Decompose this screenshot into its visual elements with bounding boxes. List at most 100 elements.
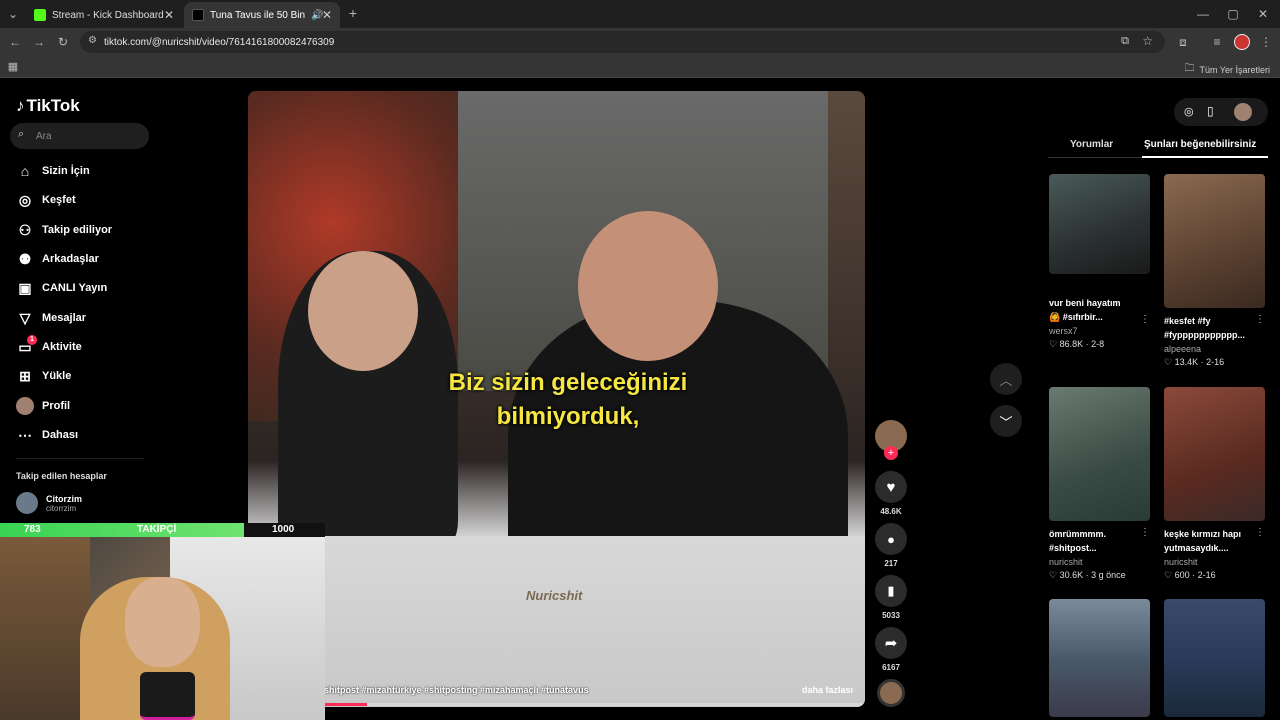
send-icon: ▽ bbox=[19, 309, 31, 326]
address-bar[interactable]: ⚙ tiktok.com/@nuricshit/video/7614161800… bbox=[80, 31, 1165, 53]
new-tab-icon[interactable]: + bbox=[346, 6, 360, 20]
sidebar-item-more[interactable]: ⋯ Dahası bbox=[16, 426, 78, 444]
share-icon: ➦ bbox=[884, 635, 898, 652]
sidebar-item-activity[interactable]: ▭ 1 Aktivite bbox=[16, 335, 82, 356]
minimize-window-icon[interactable]: — bbox=[1196, 7, 1210, 21]
activity-badge: 1 bbox=[27, 335, 37, 345]
suggested-video-card[interactable]: ömrümmmm. #shitpost... nuricshit ♡ 30.6K… bbox=[1049, 387, 1150, 581]
sidebar-item-upload[interactable]: ⊞ Yükle bbox=[16, 367, 71, 385]
tiktok-logo[interactable]: ♪ TikTok bbox=[16, 96, 80, 116]
close-tab-icon[interactable]: ✕ bbox=[164, 8, 174, 22]
browser-tab-strip: ⌄ Stream - Kick Dashboard ✕ Tuna Tavus i… bbox=[0, 0, 1280, 28]
suggested-video-card[interactable]: vur beni hayatım 🙆 #sıfırbir... wersx7 ♡… bbox=[1049, 174, 1150, 350]
close-window-icon[interactable]: ✕ bbox=[1256, 7, 1270, 21]
profile-avatar[interactable] bbox=[1234, 34, 1250, 50]
webcam-microphone bbox=[140, 672, 195, 720]
video-thumbnail bbox=[1049, 174, 1150, 274]
sidebar-item-label: Arkadaşlar bbox=[42, 253, 99, 265]
followed-account-item[interactable]: Citorzim citorrzim bbox=[16, 492, 82, 514]
activity-icon: ▭ 1 bbox=[16, 335, 37, 356]
top-actions-pill: ◎ ▯ bbox=[1174, 98, 1268, 126]
search-input[interactable]: ⌕ Ara bbox=[10, 123, 149, 149]
sidebar-item-friends[interactable]: ⚉ Arkadaşlar bbox=[16, 250, 99, 268]
comment-count: 217 bbox=[884, 559, 898, 568]
card-stats: ♡ 13.4K · 2-16 bbox=[1164, 357, 1225, 367]
heart-icon: ♥ bbox=[886, 478, 896, 496]
bookmark-star-icon[interactable]: ☆ bbox=[1142, 34, 1153, 48]
compass-icon: ◎ bbox=[18, 191, 32, 208]
video-player[interactable]: Biz sizin geleceğinizi bilmiyorduk, Nuri… bbox=[248, 91, 865, 707]
sidebar-item-profile[interactable]: Profil bbox=[16, 397, 70, 415]
card-likes: 86.8K bbox=[1059, 339, 1084, 349]
sound-disc[interactable] bbox=[877, 679, 905, 707]
sidebar-item-following[interactable]: ⚇ Takip ediliyor bbox=[16, 221, 112, 239]
tab-tiktok-video[interactable]: Tuna Tavus ile 50 Bin Kalori 🔊 ✕ bbox=[184, 2, 340, 28]
video-thumbnail bbox=[1164, 387, 1265, 521]
sidebar-item-label: CANLI Yayın bbox=[42, 282, 108, 294]
card-menu-icon[interactable]: ⋮ bbox=[1255, 314, 1265, 325]
avatar[interactable] bbox=[1234, 103, 1252, 121]
card-date: 2-8 bbox=[1091, 339, 1105, 349]
tab-comments[interactable]: Yorumlar bbox=[1070, 139, 1113, 150]
previous-video-button[interactable]: ︿ bbox=[990, 363, 1022, 395]
heart-outline-icon: ♡ bbox=[1049, 339, 1060, 349]
follow-plus-icon[interactable]: + bbox=[884, 446, 898, 460]
active-tab-underline bbox=[1142, 156, 1268, 158]
sidebar-item-live[interactable]: ▣ CANLI Yayın bbox=[16, 279, 107, 297]
card-menu-icon[interactable]: ⋮ bbox=[1140, 314, 1150, 325]
card-date: 2-16 bbox=[1206, 357, 1225, 367]
browser-menu-icon[interactable]: ⋮ bbox=[1260, 35, 1272, 49]
followed-account-handle: citorrzim bbox=[46, 503, 77, 513]
reload-icon[interactable]: ↻ bbox=[56, 35, 70, 49]
back-icon[interactable]: ← bbox=[8, 35, 22, 49]
save-button[interactable]: ▮ bbox=[875, 575, 907, 607]
card-title: ömrümmmm. #shitpost... bbox=[1049, 529, 1107, 553]
tiktok-sidebar: ♪ TikTok ⌕ Ara ⌂ Sizin İçin ◎ Keşfet ⚇ Taki… bbox=[0, 80, 160, 540]
followed-account-name: Citorzim bbox=[46, 493, 82, 504]
comment-button[interactable]: ● bbox=[875, 523, 907, 555]
all-bookmarks-folder[interactable]: 🗀 Tüm Yer İşaretleri bbox=[1184, 61, 1270, 78]
card-likes: 30.6K bbox=[1059, 570, 1084, 580]
follower-label: TAKİPÇİ bbox=[137, 524, 177, 535]
next-video-button[interactable]: ﹀ bbox=[990, 405, 1022, 437]
sidebar-item-label: Takip ediliyor bbox=[42, 224, 113, 236]
card-likes: 600 bbox=[1174, 570, 1190, 580]
user-follow-icon: ⚇ bbox=[18, 221, 32, 238]
compass-icon[interactable]: ◎ bbox=[1184, 105, 1194, 118]
close-tab-icon[interactable]: ✕ bbox=[322, 8, 332, 22]
suggested-video-card[interactable]: #kesfet #fy #fyppppppppppp... alpeeena ♡… bbox=[1164, 174, 1265, 368]
tab-kick-dashboard[interactable]: Stream - Kick Dashboard ✕ bbox=[26, 2, 182, 28]
subtitle-line-2: bilmiyorduk, bbox=[496, 403, 640, 430]
suggestions-panel: ◎ ▯ Yorumlar Şunları beğenebilirsiniz vu… bbox=[1036, 80, 1280, 720]
media-controls-icon[interactable]: ≡ bbox=[1210, 35, 1224, 49]
suggested-video-card[interactable] bbox=[1049, 599, 1150, 717]
video-subtitle: Biz sizin geleceğinizi bilmiyorduk, bbox=[388, 366, 748, 434]
device-icon[interactable]: ▯ bbox=[1207, 104, 1214, 118]
sidebar-item-messages[interactable]: ▽ Mesajlar bbox=[16, 309, 86, 327]
sidebar-item-for-you[interactable]: ⌂ Sizin İçin bbox=[16, 162, 90, 180]
sidebar-divider bbox=[16, 458, 144, 459]
suggested-video-card[interactable]: keşke kırmızı hapı yutmasaydık.... nuric… bbox=[1164, 387, 1265, 581]
sidebar-item-explore[interactable]: ◎ Keşfet bbox=[16, 191, 76, 209]
card-menu-icon[interactable]: ⋮ bbox=[1140, 527, 1150, 538]
share-button[interactable]: ➦ bbox=[875, 627, 907, 659]
like-button[interactable]: ♥ bbox=[875, 471, 907, 503]
forward-icon[interactable]: → bbox=[32, 35, 46, 49]
extensions-icon[interactable]: ⧈ bbox=[1176, 35, 1190, 49]
video-hashtags[interactable]: shitpost #mizahtürkiye #shitposting #miz… bbox=[324, 685, 589, 695]
card-stats: ♡ 600 · 2-16 bbox=[1164, 570, 1216, 580]
tab-search-icon[interactable]: ⌄ bbox=[6, 7, 20, 21]
suggested-video-card[interactable] bbox=[1164, 599, 1265, 717]
heart-outline-icon: ♡ bbox=[1164, 357, 1175, 367]
see-more-link[interactable]: daha fazlası bbox=[802, 685, 853, 695]
card-menu-icon[interactable]: ⋮ bbox=[1255, 527, 1265, 538]
webcam-overlay bbox=[0, 537, 325, 720]
search-icon: ⌕ bbox=[18, 128, 25, 140]
site-info-icon[interactable]: ⚙ bbox=[88, 35, 97, 46]
restore-window-icon[interactable]: ▢ bbox=[1226, 7, 1240, 21]
apps-grid-icon[interactable]: ▦ bbox=[6, 60, 20, 74]
video-progress-bar[interactable] bbox=[324, 703, 865, 706]
install-app-icon[interactable]: ⧉ bbox=[1121, 35, 1129, 48]
tab-suggested[interactable]: Şunları beğenebilirsiniz bbox=[1144, 139, 1256, 150]
card-stats: ♡ 30.6K · 3 g önce bbox=[1049, 570, 1126, 580]
